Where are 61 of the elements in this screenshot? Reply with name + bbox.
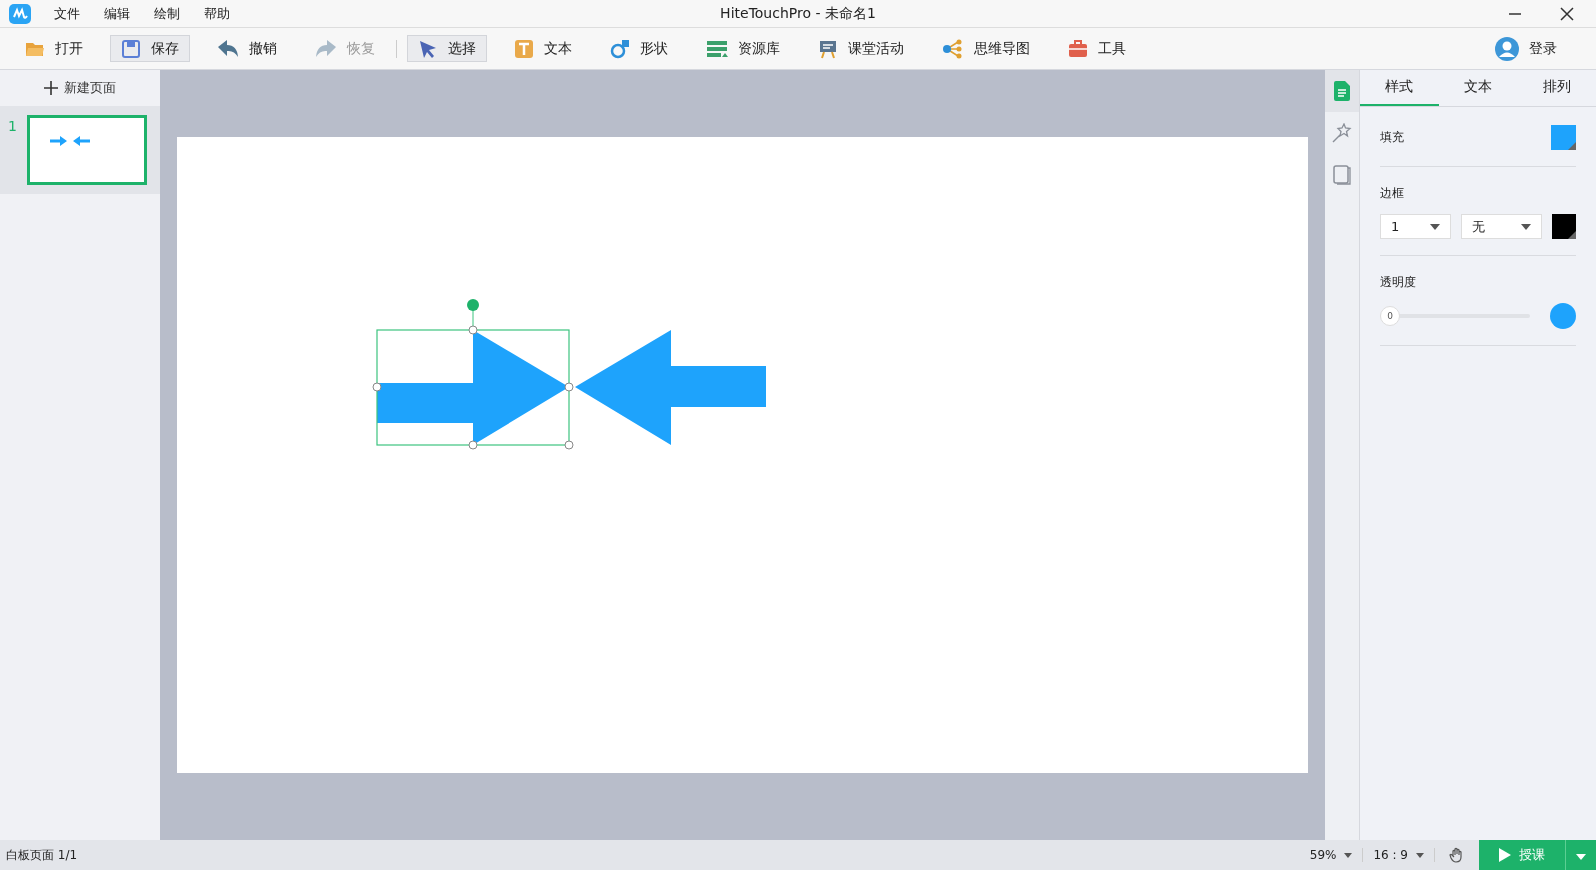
- book-icon: [1333, 165, 1351, 185]
- toolbar-button[interactable]: 打开: [14, 35, 94, 62]
- opacity-slider-thumb[interactable]: 0: [1380, 306, 1400, 326]
- aspect-ratio-dropdown[interactable]: 16 : 9: [1363, 848, 1435, 862]
- caret-icon: [1576, 853, 1586, 860]
- library-icon: [706, 38, 728, 59]
- panel-tab[interactable]: 样式: [1360, 70, 1439, 106]
- fill-label: 填充: [1380, 129, 1404, 146]
- menu-item[interactable]: 编辑: [104, 4, 130, 23]
- border-label: 边框: [1380, 185, 1405, 202]
- easel-icon: [818, 38, 838, 59]
- toolbar-button[interactable]: 保存: [110, 35, 190, 62]
- toolbar-button[interactable]: 课堂活动: [807, 35, 915, 62]
- border-width-dropdown[interactable]: 1: [1380, 214, 1451, 239]
- arrows-thumbnail-drawing: [49, 136, 90, 146]
- menu-item[interactable]: 文件: [54, 4, 80, 23]
- user-avatar-icon: [1495, 36, 1519, 61]
- document-icon: [1333, 81, 1351, 101]
- toolbar-button[interactable]: 撤销: [206, 35, 288, 62]
- caret-icon: [1416, 852, 1424, 858]
- opacity-label: 透明度: [1380, 274, 1417, 291]
- page-number: 1: [8, 118, 17, 134]
- shapes-icon: [610, 38, 630, 59]
- toolbox-icon: [1068, 38, 1088, 59]
- close-icon[interactable]: [1560, 6, 1574, 21]
- cursor-icon: [418, 38, 438, 59]
- toolbar-button[interactable]: 形状: [599, 35, 679, 62]
- zoom-dropdown[interactable]: 59%: [1299, 848, 1364, 862]
- new-page-button[interactable]: 新建页面: [0, 70, 160, 106]
- undo-icon: [217, 38, 239, 59]
- caret-icon: [1520, 223, 1531, 230]
- menu-item[interactable]: 帮助: [204, 4, 230, 23]
- hand-icon[interactable]: [1449, 847, 1465, 863]
- panel-tab[interactable]: 文本: [1438, 70, 1518, 106]
- toolbar-button[interactable]: 思维导图: [931, 35, 1041, 62]
- right-arrow-shape[interactable]: [372, 299, 574, 450]
- save-icon: [121, 38, 141, 59]
- page-thumbnail[interactable]: [26, 115, 147, 185]
- opacity-preview-circle: [1550, 303, 1576, 329]
- panel-tab[interactable]: 排列: [1517, 70, 1596, 106]
- redo-icon: [315, 38, 337, 59]
- fill-color-swatch[interactable]: [1551, 125, 1576, 150]
- window-title: HiteTouchPro - 未命名1: [720, 4, 876, 23]
- border-style-dropdown[interactable]: 无: [1460, 214, 1542, 239]
- text-icon: [514, 38, 534, 59]
- caret-icon: [1344, 852, 1353, 858]
- caret-icon: [1429, 223, 1440, 230]
- toolbar-button[interactable]: 文本: [503, 35, 583, 62]
- play-icon: [1499, 848, 1511, 862]
- toolbar-button[interactable]: 选择: [407, 35, 487, 62]
- border-color-swatch[interactable]: [1551, 214, 1576, 239]
- toolbar-button[interactable]: 工具: [1057, 35, 1137, 62]
- menu-item[interactable]: 绘制: [154, 4, 180, 23]
- side-panel-button[interactable]: [1325, 70, 1359, 112]
- page-count: 白板页面 1/1: [6, 846, 78, 864]
- login-button[interactable]: 登录: [1484, 35, 1568, 62]
- left-arrow-shape[interactable]: [575, 330, 766, 445]
- mindmap-icon: [942, 38, 964, 59]
- plus-icon: [44, 81, 58, 95]
- toolbar-button[interactable]: 资源库: [695, 35, 791, 62]
- magic-wand-icon: [1332, 123, 1352, 143]
